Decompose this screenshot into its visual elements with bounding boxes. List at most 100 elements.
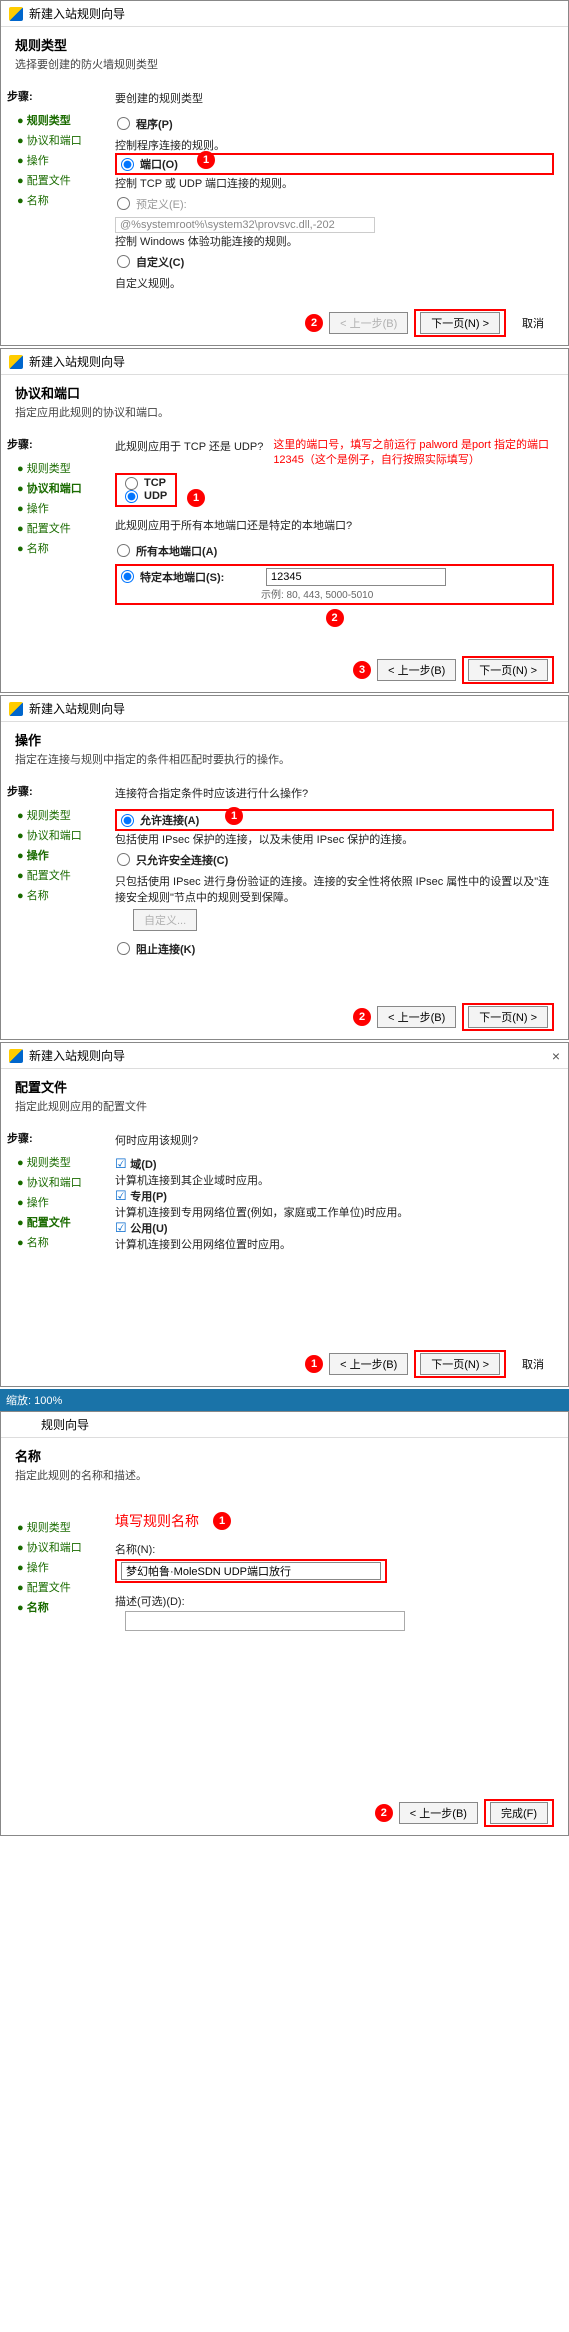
step-profile[interactable]: 配置文件	[7, 170, 105, 190]
opt-predef[interactable]: 预定义(E):	[115, 194, 554, 214]
footer: 3 < 上一步(B) 下一页(N) >	[1, 648, 568, 692]
step-action[interactable]: 操作	[7, 1192, 105, 1212]
radio-program[interactable]	[117, 117, 130, 130]
step-rule-type[interactable]: 规则类型	[7, 110, 105, 130]
name-input[interactable]	[121, 1562, 381, 1580]
titlebar: 新建入站规则向导	[1, 349, 568, 375]
back-button[interactable]: < 上一步(B)	[399, 1802, 478, 1824]
cancel-button[interactable]: 取消	[512, 1354, 554, 1374]
back-button[interactable]: < 上一步(B)	[329, 1353, 408, 1375]
step-profile[interactable]: 配置文件	[7, 865, 105, 885]
step-name[interactable]: 名称	[7, 885, 105, 905]
window-title: 新建入站规则向导	[29, 700, 125, 717]
step-name[interactable]: 名称	[7, 190, 105, 210]
question: 要创建的规则类型	[115, 90, 554, 106]
next-button[interactable]: 下一页(N) >	[420, 1353, 500, 1375]
steps-label: 步骤:	[7, 783, 105, 799]
page-subtitle: 指定此规则的名称和描述。	[15, 1467, 554, 1483]
opt-port-sub: 控制 TCP 或 UDP 端口连接的规则。	[115, 175, 554, 191]
radio-predef[interactable]	[117, 197, 130, 210]
step-protocol[interactable]: 协议和端口	[7, 825, 105, 845]
step-action[interactable]: 操作	[7, 150, 105, 170]
radio-block[interactable]	[117, 942, 130, 955]
step-rule-type[interactable]: 规则类型	[7, 805, 105, 825]
step-name[interactable]: 名称	[7, 1232, 105, 1252]
opt-secure[interactable]: 只允许安全连接(C)	[115, 850, 554, 870]
chk-public[interactable]: 公用(U)	[115, 1220, 554, 1236]
opt-allow-sub: 包括使用 IPsec 保护的连接，以及未使用 IPsec 保护的连接。	[115, 831, 554, 847]
back-button[interactable]: < 上一步(B)	[377, 1006, 456, 1028]
shield-icon	[9, 1049, 23, 1063]
step-protocol[interactable]: 协议和端口	[7, 478, 105, 498]
port-input[interactable]	[266, 568, 446, 586]
shield-icon	[9, 7, 23, 21]
q-action: 连接符合指定条件时应该进行什么操作?	[115, 785, 554, 801]
chk-domain[interactable]: 域(D)	[115, 1156, 554, 1172]
opt-custom-sub: 自定义规则。	[115, 275, 554, 291]
next-button[interactable]: 下一页(N) >	[468, 659, 548, 681]
shield-icon	[9, 355, 23, 369]
sidebar: . 规则类型 协议和端口 操作 配置文件 名称	[1, 1491, 111, 1791]
step-name[interactable]: 名称	[7, 1597, 105, 1617]
next-button[interactable]: 下一页(N) >	[420, 312, 500, 334]
page-title: 配置文件	[15, 1077, 554, 1096]
content: 连接符合指定条件时应该进行什么操作? 允许连接(A) 1 包括使用 IPsec …	[111, 775, 568, 995]
step-profile[interactable]: 配置文件	[7, 518, 105, 538]
content: 何时应用该规则? 域(D) 计算机连接到其企业域时应用。 专用(P) 计算机连接…	[111, 1122, 568, 1342]
radio-allow[interactable]	[121, 814, 134, 827]
step-action[interactable]: 操作	[7, 845, 105, 865]
step-protocol[interactable]: 协议和端口	[7, 1537, 105, 1557]
sidebar: 步骤: 规则类型 协议和端口 操作 配置文件 名称	[1, 80, 111, 301]
radio-tcp[interactable]	[125, 477, 138, 490]
opt-port-highlight: 端口(O)	[115, 153, 554, 175]
marker-2: 2	[353, 1008, 371, 1026]
close-icon[interactable]: ×	[552, 1048, 560, 1064]
q-protocol: 此规则应用于 TCP 还是 UDP?	[115, 438, 263, 454]
radio-secure[interactable]	[117, 853, 130, 866]
chk-domain-sub: 计算机连接到其企业域时应用。	[115, 1172, 554, 1188]
step-name[interactable]: 名称	[7, 538, 105, 558]
step-action[interactable]: 操作	[7, 498, 105, 518]
radio-port[interactable]	[121, 158, 134, 171]
chk-private[interactable]: 专用(P)	[115, 1188, 554, 1204]
opt-allow: 允许连接(A)	[140, 812, 199, 828]
step-rule-type[interactable]: 规则类型	[7, 1152, 105, 1172]
marker-3: 3	[353, 661, 371, 679]
footer: 2 < 上一步(B) 下一页(N) >	[1, 995, 568, 1039]
radio-specific-ports[interactable]	[121, 570, 134, 583]
opt-tcp[interactable]: TCP	[125, 477, 167, 490]
next-button[interactable]: 下一页(N) >	[468, 1006, 548, 1028]
titlebar: 新建入站规则向导	[1, 1, 568, 27]
sidebar: 步骤: 规则类型 协议和端口 操作 配置文件 名称	[1, 775, 111, 995]
step-rule-type[interactable]: 规则类型	[7, 458, 105, 478]
opt-udp[interactable]: UDP	[125, 490, 167, 503]
radio-custom[interactable]	[117, 255, 130, 268]
footer: 2 < 上一步(B) 下一页(N) > 取消	[1, 301, 568, 345]
radio-all-ports[interactable]	[117, 544, 130, 557]
wizard-panel-protocol: 新建入站规则向导 协议和端口指定应用此规则的协议和端口。 步骤: 规则类型 协议…	[0, 348, 569, 693]
back-button[interactable]: < 上一步(B)	[377, 659, 456, 681]
radio-udp[interactable]	[125, 490, 138, 503]
content: 填写规则名称 1 名称(N): 描述(可选)(D):	[111, 1491, 568, 1791]
marker-1: 1	[197, 151, 215, 169]
step-profile[interactable]: 配置文件	[7, 1577, 105, 1597]
wizard-panel-rule-type: 新建入站规则向导 规则类型 选择要创建的防火墙规则类型 步骤: 规则类型 协议和…	[0, 0, 569, 346]
opt-specific-ports[interactable]: 特定本地端口(S):	[121, 568, 548, 586]
step-protocol[interactable]: 协议和端口	[7, 130, 105, 150]
page-title: 名称	[15, 1446, 554, 1465]
opt-program[interactable]: 程序(P)	[115, 114, 554, 134]
steps-label: 步骤:	[7, 88, 105, 104]
step-action[interactable]: 操作	[7, 1557, 105, 1577]
opt-all-ports[interactable]: 所有本地端口(A)	[115, 541, 554, 561]
step-profile[interactable]: 配置文件	[7, 1212, 105, 1232]
opt-custom[interactable]: 自定义(C)	[115, 252, 554, 272]
opt-block[interactable]: 阻止连接(K)	[115, 939, 554, 959]
finish-button[interactable]: 完成(F)	[490, 1802, 548, 1824]
step-rule-type[interactable]: 规则类型	[7, 1517, 105, 1537]
desc-input[interactable]	[125, 1611, 405, 1631]
content: 此规则应用于 TCP 还是 UDP? 这里的端口号，填写之前运行 palword…	[111, 428, 568, 648]
cancel-button[interactable]: 取消	[512, 313, 554, 333]
opt-port-label: 端口(O)	[140, 156, 178, 172]
step-protocol[interactable]: 协议和端口	[7, 1172, 105, 1192]
page-subtitle: 指定在连接与规则中指定的条件相匹配时要执行的操作。	[15, 751, 554, 767]
